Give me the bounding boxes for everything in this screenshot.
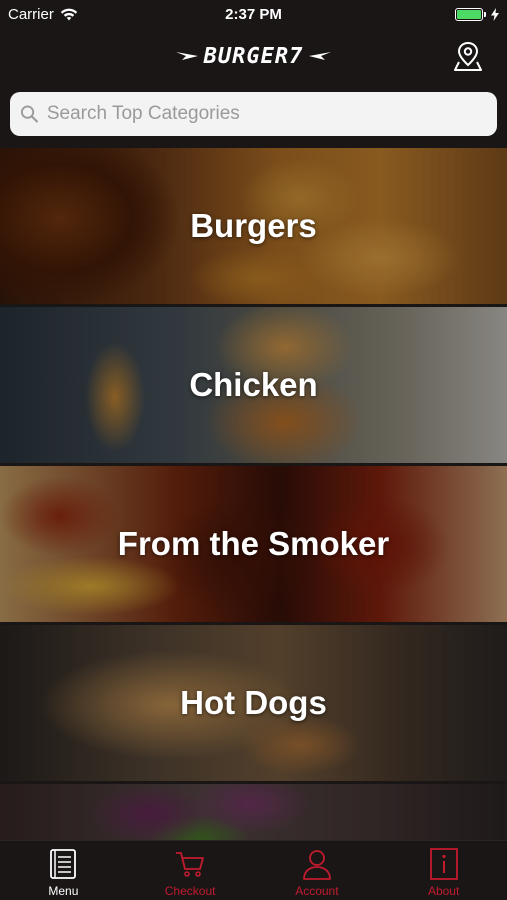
category-burgers[interactable]: Burgers [0, 148, 507, 304]
search-input[interactable] [46, 103, 487, 125]
person-icon [302, 850, 331, 880]
carrier-label: Carrier [8, 5, 54, 23]
tab-label: Account [295, 884, 339, 898]
status-bar: Carrier 2:37 PM [0, 0, 507, 28]
category-partial[interactable] [0, 784, 507, 840]
logo-left-wing-icon [175, 52, 198, 60]
category-label: From the Smoker [117, 525, 390, 562]
search-icon [20, 105, 38, 123]
category-label: Burgers [190, 207, 317, 244]
status-left: Carrier [8, 6, 78, 23]
search-bar[interactable] [10, 92, 497, 136]
brand-logo[interactable]: BURGER7 [175, 43, 332, 69]
charging-bolt-icon [491, 7, 499, 21]
logo-right-wing-icon [309, 52, 332, 60]
category-chicken[interactable]: Chicken [0, 307, 507, 463]
tab-menu[interactable]: Menu [0, 841, 127, 900]
tab-label: About [427, 884, 460, 898]
category-label: Chicken [189, 366, 318, 403]
image-overlay [0, 784, 507, 840]
tab-about[interactable]: About [380, 841, 507, 900]
category-label: Hot Dogs [180, 684, 327, 721]
category-list: Burgers Chicken From the Smoker Hot Dogs [0, 148, 507, 840]
wifi-icon [60, 8, 78, 20]
category-from-the-smoker[interactable]: From the Smoker [0, 466, 507, 622]
status-right [455, 7, 499, 21]
search-container [0, 84, 507, 148]
tab-bar: Menu Checkout Account About [0, 840, 507, 900]
nav-bar: BURGER7 [0, 28, 507, 84]
info-icon [429, 848, 458, 880]
battery-icon [455, 7, 486, 21]
location-map-icon[interactable] [453, 40, 483, 72]
category-hot-dogs[interactable]: Hot Dogs [0, 625, 507, 781]
tab-label: Menu [48, 884, 79, 898]
tab-checkout[interactable]: Checkout [127, 841, 254, 900]
menu-book-icon [50, 849, 77, 879]
tab-account[interactable]: Account [254, 841, 381, 900]
logo-text: BURGER7 [203, 43, 304, 69]
cart-icon [176, 852, 205, 877]
tab-label: Checkout [164, 884, 216, 898]
